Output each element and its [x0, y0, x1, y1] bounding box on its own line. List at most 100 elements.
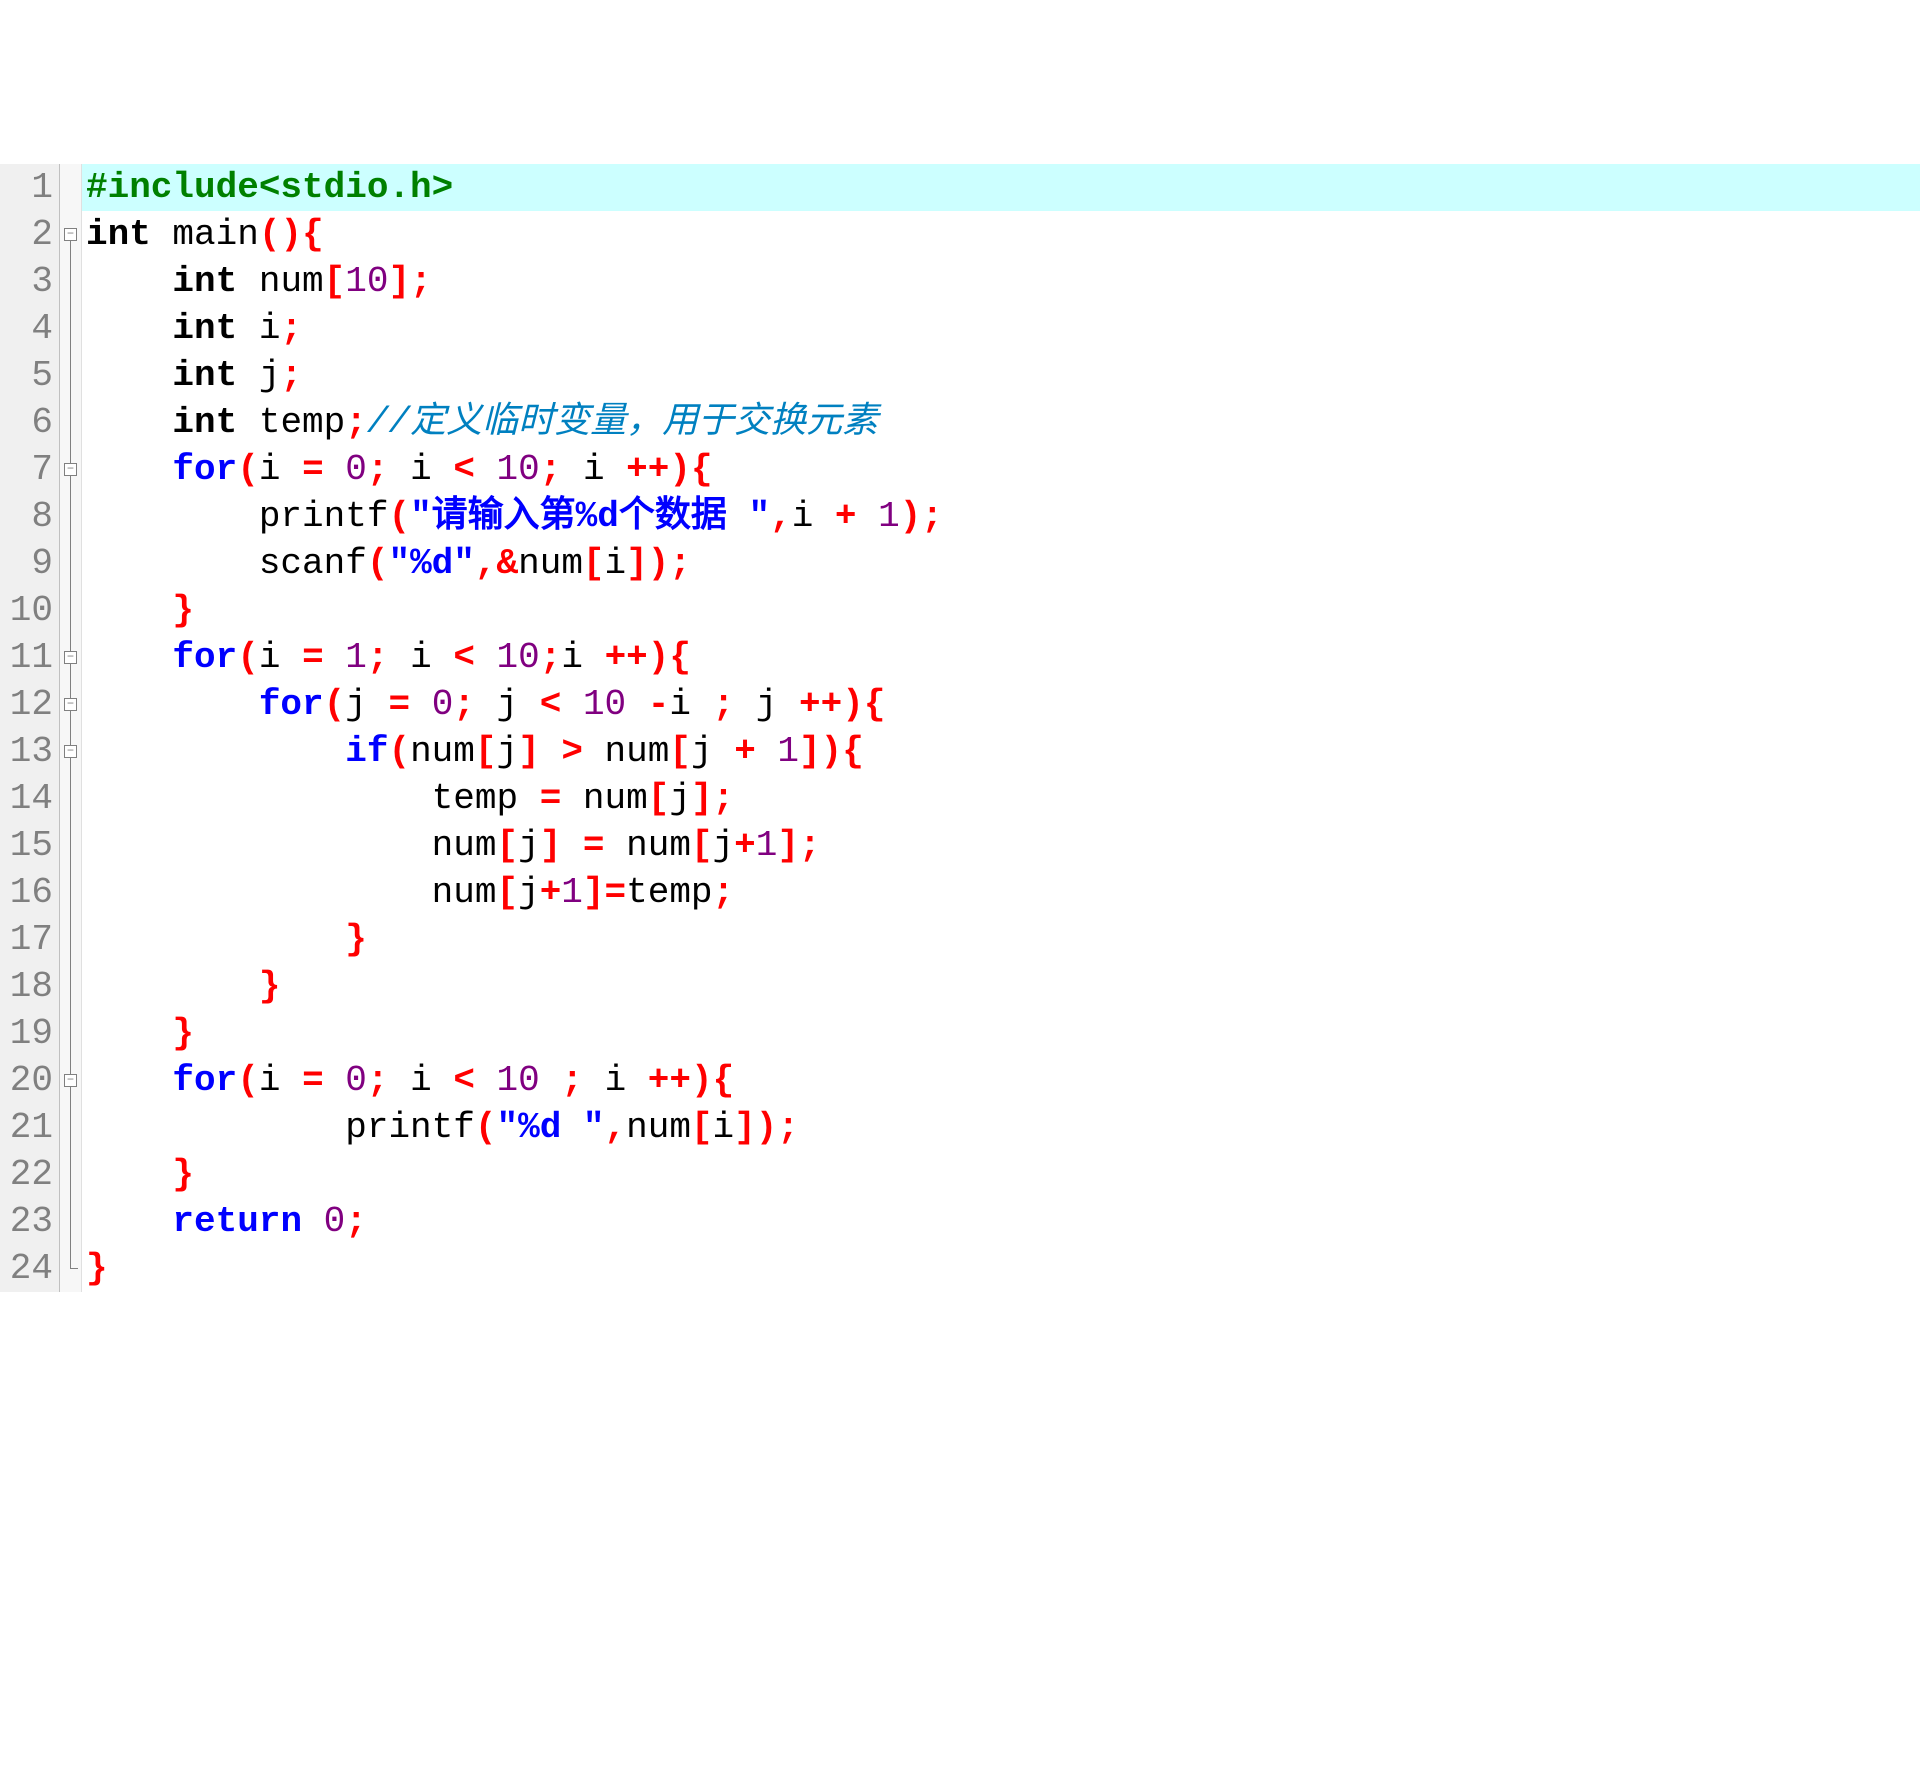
token-id: scanf [86, 543, 367, 584]
line-number: 12 [0, 681, 60, 728]
fold-gutter[interactable]: − [60, 681, 82, 728]
token-punc: ; [367, 637, 389, 678]
token-num: 10 [497, 449, 540, 490]
fold-minus-icon[interactable]: − [64, 745, 77, 758]
token-br: { [864, 684, 886, 725]
code-content[interactable]: int i; [82, 305, 1920, 352]
token-op: & [497, 543, 519, 584]
token-op: + [734, 731, 756, 772]
token-id: i [713, 1107, 735, 1148]
code-content[interactable]: } [82, 587, 1920, 634]
code-line: 15 num[j] = num[j+1]; [0, 822, 1920, 869]
token-op: < [453, 1060, 475, 1101]
token-num: 1 [777, 731, 799, 772]
code-content[interactable]: for(j = 0; j < 10 -i ; j ++){ [82, 681, 1920, 728]
fold-gutter[interactable] [60, 493, 82, 540]
fold-gutter[interactable] [60, 1010, 82, 1057]
code-line: 12− for(j = 0; j < 10 -i ; j ++){ [0, 681, 1920, 728]
fold-gutter[interactable] [60, 1151, 82, 1198]
token-id [756, 731, 778, 772]
token-kw: if [345, 731, 388, 772]
token-br: ) [691, 1060, 713, 1101]
fold-gutter[interactable] [60, 869, 82, 916]
code-content[interactable]: printf("%d ",num[i]); [82, 1104, 1920, 1151]
token-br: { [302, 214, 324, 255]
token-id [561, 825, 583, 866]
token-punc: ; [540, 637, 562, 678]
line-number: 14 [0, 775, 60, 822]
token-br: [ [691, 1107, 713, 1148]
token-id [86, 355, 172, 396]
code-content[interactable]: } [82, 963, 1920, 1010]
token-punc: ; [410, 261, 432, 302]
fold-gutter[interactable]: − [60, 211, 82, 258]
code-content[interactable]: for(i = 1; i < 10;i ++){ [82, 634, 1920, 681]
fold-gutter[interactable]: − [60, 446, 82, 493]
token-id: printf [86, 496, 388, 537]
code-content[interactable]: scanf("%d",&num[i]); [82, 540, 1920, 587]
code-content[interactable]: } [82, 1245, 1920, 1292]
code-line: 9 scanf("%d",&num[i]); [0, 540, 1920, 587]
token-id [302, 1201, 324, 1242]
token-br: [ [648, 778, 670, 819]
code-content[interactable]: printf("请输入第%d个数据 ",i + 1); [82, 493, 1920, 540]
code-content[interactable]: temp = num[j]; [82, 775, 1920, 822]
code-content[interactable]: int num[10]; [82, 258, 1920, 305]
fold-gutter[interactable] [60, 258, 82, 305]
fold-gutter[interactable]: − [60, 1057, 82, 1104]
fold-gutter[interactable] [60, 352, 82, 399]
line-number: 6 [0, 399, 60, 446]
code-content[interactable]: num[j+1]=temp; [82, 869, 1920, 916]
code-content[interactable]: int j; [82, 352, 1920, 399]
fold-minus-icon[interactable]: − [64, 1074, 77, 1087]
token-id: i [259, 1060, 302, 1101]
token-br: } [345, 919, 367, 960]
code-content[interactable]: } [82, 1151, 1920, 1198]
fold-minus-icon[interactable]: − [64, 228, 77, 241]
fold-gutter[interactable] [60, 1104, 82, 1151]
token-num: 10 [497, 1060, 540, 1101]
fold-gutter[interactable] [60, 916, 82, 963]
fold-gutter[interactable] [60, 305, 82, 352]
code-content[interactable]: } [82, 1010, 1920, 1057]
fold-gutter[interactable] [60, 1198, 82, 1245]
code-content[interactable]: int temp;//定义临时变量，用于交换元素 [82, 399, 1920, 446]
token-num: 1 [561, 872, 583, 913]
fold-gutter[interactable] [60, 164, 82, 211]
code-content[interactable]: num[j] = num[j+1]; [82, 822, 1920, 869]
token-id [86, 1060, 172, 1101]
code-content[interactable]: return 0; [82, 1198, 1920, 1245]
token-br: } [172, 1013, 194, 1054]
token-id: j [713, 825, 735, 866]
token-br: ( [367, 543, 389, 584]
token-br: ] [626, 543, 648, 584]
code-content[interactable]: if(num[j] > num[j + 1]){ [82, 728, 1920, 775]
code-content[interactable]: for(i = 0; i < 10 ; i ++){ [82, 1057, 1920, 1104]
token-op: + [540, 872, 562, 913]
token-id: i [389, 1060, 454, 1101]
code-line: 5 int j; [0, 352, 1920, 399]
code-content[interactable]: } [82, 916, 1920, 963]
fold-minus-icon[interactable]: − [64, 651, 77, 664]
fold-gutter[interactable] [60, 775, 82, 822]
fold-gutter[interactable]: − [60, 634, 82, 681]
code-content[interactable]: #include<stdio.h> [82, 164, 1920, 211]
token-op: = [388, 684, 410, 725]
fold-gutter[interactable] [60, 822, 82, 869]
token-br: ] [777, 825, 799, 866]
token-id: num [561, 778, 647, 819]
token-id [86, 261, 172, 302]
fold-gutter[interactable]: − [60, 728, 82, 775]
token-id: i [561, 449, 626, 490]
fold-gutter[interactable] [60, 540, 82, 587]
code-line: 22 } [0, 1151, 1920, 1198]
fold-gutter[interactable] [60, 963, 82, 1010]
fold-gutter[interactable] [60, 587, 82, 634]
fold-minus-icon[interactable]: − [64, 463, 77, 476]
fold-gutter[interactable] [60, 1245, 82, 1292]
fold-minus-icon[interactable]: − [64, 698, 77, 711]
token-op: = [605, 872, 627, 913]
code-content[interactable]: for(i = 0; i < 10; i ++){ [82, 446, 1920, 493]
fold-gutter[interactable] [60, 399, 82, 446]
code-content[interactable]: int main(){ [82, 211, 1920, 258]
